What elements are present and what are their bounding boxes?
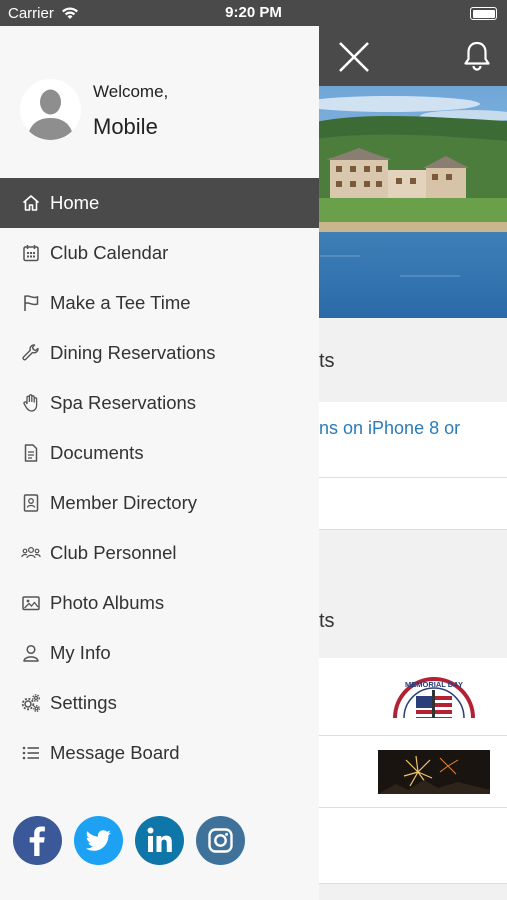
memorial-day-badge: MEMORIAL DAY (393, 677, 475, 719)
fireworks-image (378, 750, 490, 794)
instagram-button[interactable] (196, 816, 245, 865)
memorial-day-text: MEMORIAL DAY (405, 680, 463, 689)
menu-item-spa[interactable]: Spa Reservations (0, 378, 319, 428)
image-icon (22, 596, 40, 611)
menu-item-settings[interactable]: Settings (0, 678, 319, 728)
menu-item-label: Documents (50, 442, 144, 463)
menu-item-label: Club Personnel (50, 542, 177, 563)
welcome-label: Welcome, (93, 82, 169, 101)
instagram-icon (208, 828, 233, 853)
linkedin-icon (147, 827, 172, 852)
flag-icon (24, 295, 39, 311)
gears-icon (21, 694, 40, 712)
menu-item-home[interactable]: Home (0, 178, 319, 228)
user-name: Mobile (93, 114, 158, 139)
hand-icon (23, 394, 38, 412)
close-icon[interactable] (337, 40, 371, 74)
list-icon (22, 746, 39, 760)
twitter-icon (85, 830, 111, 851)
wrench-icon (22, 344, 39, 361)
menu-item-label: Message Board (50, 742, 180, 763)
menu-item-message-board[interactable]: Message Board (0, 728, 319, 778)
menu-item-club-calendar[interactable]: Club Calendar (0, 228, 319, 278)
bell-icon[interactable] (462, 40, 492, 72)
main-menu: Home Club Calendar Make a Tee Time Dinin… (0, 178, 319, 778)
menu-item-label: Member Directory (50, 492, 197, 513)
menu-item-label: Settings (50, 692, 117, 713)
menu-item-label: Spa Reservations (50, 392, 197, 413)
menu-item-club-personnel[interactable]: Club Personnel (0, 528, 319, 578)
user-icon (23, 644, 39, 662)
avatar[interactable] (20, 79, 81, 140)
menu-item-dining[interactable]: Dining Reservations (0, 328, 319, 378)
menu-item-my-info[interactable]: My Info (0, 628, 319, 678)
battery-icon (470, 7, 497, 20)
contact-book-icon (23, 494, 39, 512)
twitter-button[interactable] (74, 816, 123, 865)
menu-item-photo-albums[interactable]: Photo Albums (0, 578, 319, 628)
menu-item-label: Dining Reservations (50, 342, 216, 363)
calendar-icon (23, 245, 39, 262)
menu-item-label: My Info (50, 642, 111, 663)
people-icon (21, 546, 41, 559)
document-icon (24, 444, 38, 462)
menu-item-label: Make a Tee Time (50, 292, 191, 313)
social-links (0, 816, 319, 866)
menu-item-member-directory[interactable]: Member Directory (0, 478, 319, 528)
linkedin-button[interactable] (135, 816, 184, 865)
facebook-icon (29, 826, 45, 856)
status-bar: Carrier 9:20 PM (0, 0, 507, 26)
menu-item-tee-time[interactable]: Make a Tee Time (0, 278, 319, 328)
user-silhouette-icon (20, 79, 81, 140)
clock: 9:20 PM (225, 4, 282, 21)
facebook-button[interactable] (13, 816, 62, 865)
home-icon (22, 195, 40, 211)
announcement-link[interactable]: ns on iPhone 8 or (319, 418, 460, 439)
menu-item-label: Photo Albums (50, 592, 165, 613)
menu-item-label: Club Calendar (50, 242, 169, 263)
side-menu-drawer: Welcome, Mobile Home Club Calendar Make … (0, 26, 319, 900)
menu-item-label: Home (50, 192, 100, 213)
menu-item-documents[interactable]: Documents (0, 428, 319, 478)
